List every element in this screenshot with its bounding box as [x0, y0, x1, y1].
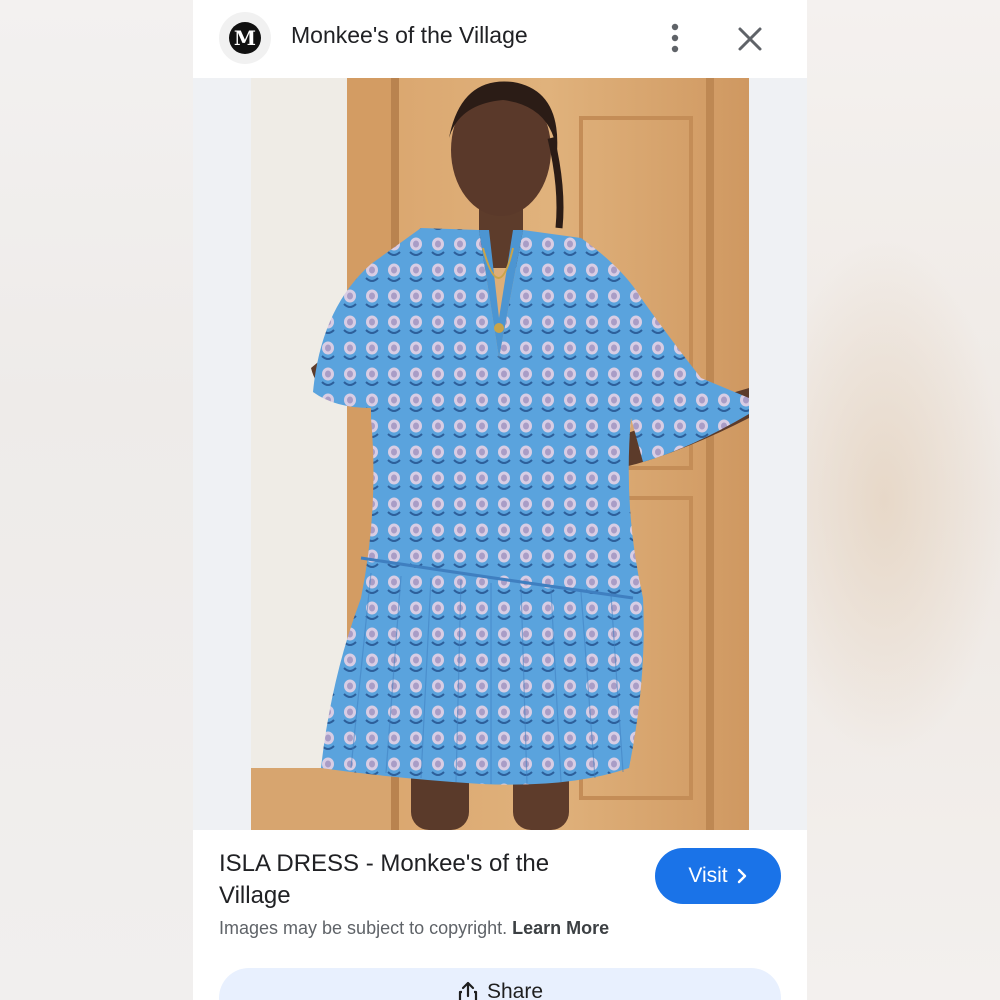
blurred-backdrop-left — [0, 0, 193, 1000]
image-caption-title[interactable]: ISLA DRESS - Monkee's of the Village — [219, 848, 619, 912]
image-area — [193, 78, 807, 830]
learn-more-link[interactable]: Learn More — [512, 918, 609, 938]
dress-photo-illustration — [251, 78, 749, 830]
svg-text:M: M — [234, 26, 256, 50]
chevron-right-icon — [737, 868, 746, 884]
product-photo[interactable] — [251, 78, 749, 830]
logo-icon: M — [229, 22, 261, 54]
visit-button[interactable]: Visit — [655, 848, 781, 904]
visit-button-label: Visit — [688, 864, 728, 887]
share-button[interactable]: Share — [219, 968, 781, 1000]
site-logo[interactable]: M — [219, 12, 271, 64]
close-button[interactable] — [733, 22, 767, 56]
copyright-text: Images may be subject to copyright. — [219, 918, 508, 938]
share-button-label: Share — [486, 980, 544, 1000]
blurred-backdrop-right — [807, 0, 1000, 1000]
share-icon — [458, 981, 478, 1000]
site-name[interactable]: Monkee's of the Village — [291, 22, 528, 49]
image-preview-panel: M Monkee's of the Village ISLA DRESS - M… — [193, 0, 807, 1000]
copyright-notice: Images may be subject to copyright. Lear… — [219, 918, 609, 939]
more-vert-icon — [671, 23, 679, 53]
preview-header: M Monkee's of the Village — [193, 0, 807, 78]
close-icon — [738, 27, 762, 51]
more-options-button[interactable] — [661, 20, 689, 56]
